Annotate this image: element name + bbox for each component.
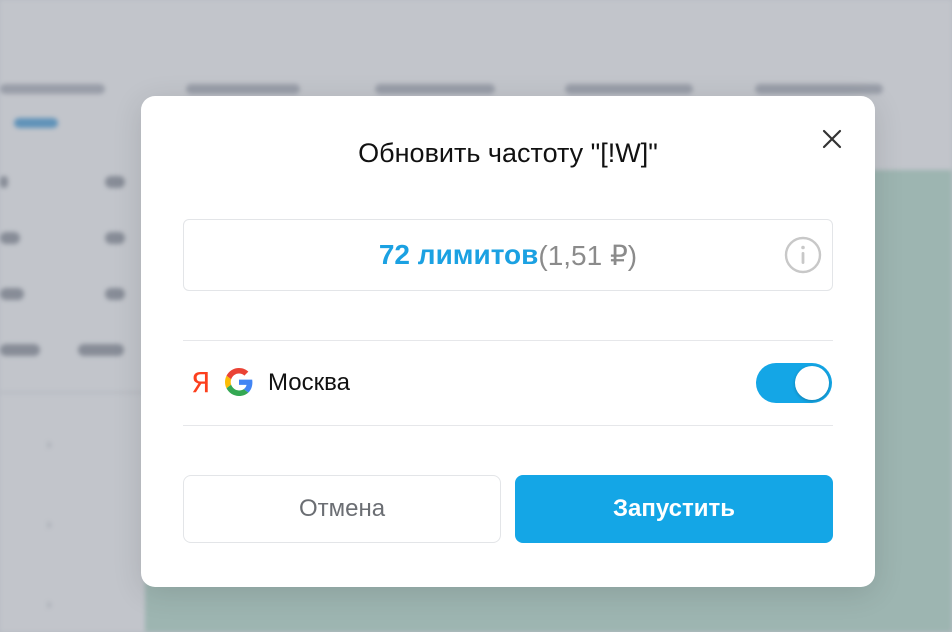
limits-count: 72 лимитов [378, 239, 539, 270]
region-row: Я Москва [183, 341, 833, 425]
divider [183, 425, 833, 426]
limits-price: (1,51 ₽) [538, 239, 638, 271]
info-icon [784, 236, 822, 274]
limits-summary: 72 лимитов (1,51 ₽) [183, 219, 833, 291]
dialog-title: Обновить частоту "[!W]" [358, 138, 658, 168]
region-toggle[interactable] [756, 363, 832, 403]
update-frequency-dialog: Обновить частоту "[!W]" 72 лимитов (1,51 … [141, 96, 875, 587]
toggle-knob [795, 366, 829, 400]
run-button[interactable]: Запустить [515, 475, 833, 543]
info-button[interactable] [784, 236, 822, 274]
cancel-button[interactable]: Отмена [183, 475, 501, 543]
yandex-icon: Я [191, 366, 211, 399]
google-icon [225, 368, 253, 396]
region-name: Москва [268, 369, 350, 396]
